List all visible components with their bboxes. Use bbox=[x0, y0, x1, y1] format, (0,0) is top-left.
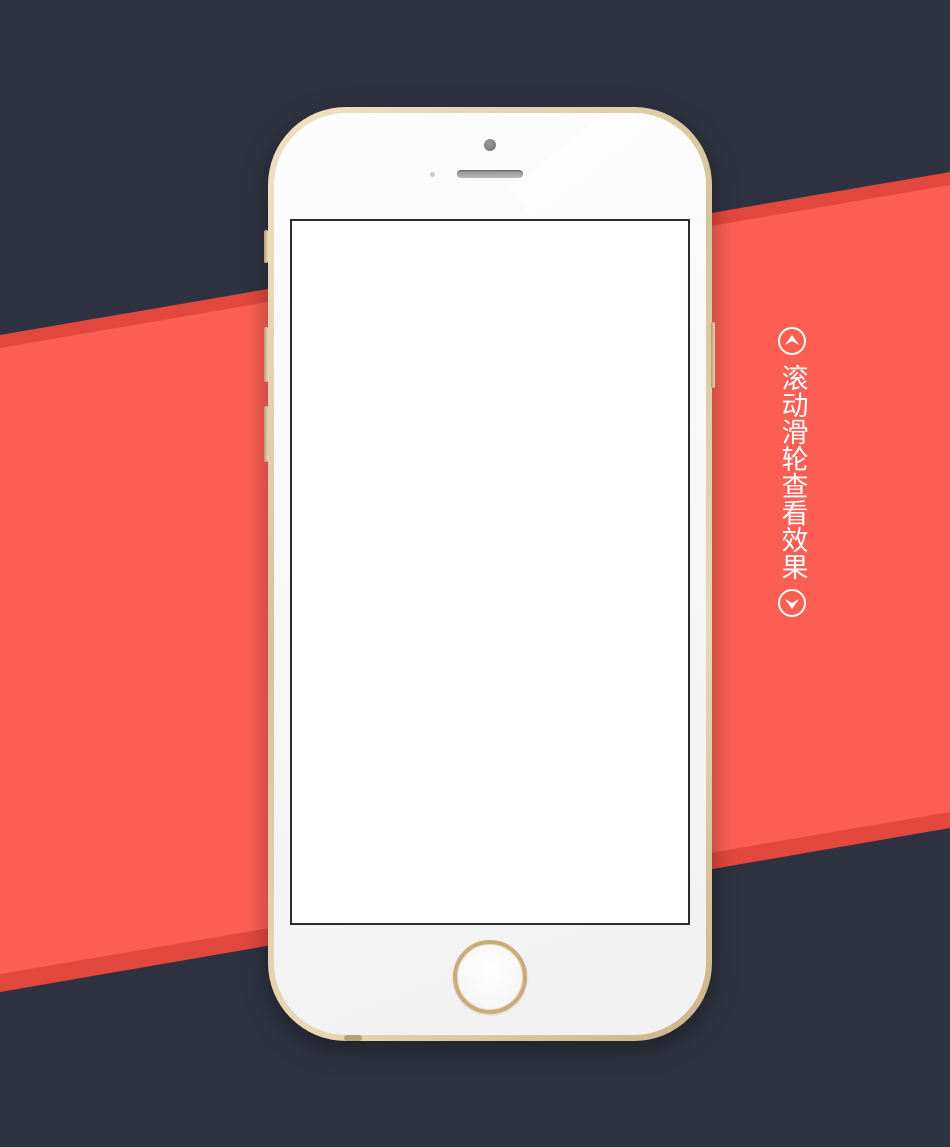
phone-screen[interactable] bbox=[290, 219, 690, 925]
scroll-hint: 滚动滑轮查看效果 bbox=[774, 326, 810, 676]
power-button bbox=[711, 322, 715, 388]
volume-down-button bbox=[264, 406, 268, 462]
earpiece-speaker bbox=[457, 170, 523, 178]
mute-switch bbox=[264, 230, 268, 263]
chevron-up-circle-icon[interactable] bbox=[777, 326, 807, 356]
chevron-down-circle-icon[interactable] bbox=[777, 588, 807, 618]
proximity-sensor bbox=[430, 172, 435, 177]
front-camera bbox=[484, 139, 496, 151]
scroll-hint-text: 滚动滑轮查看效果 bbox=[776, 364, 808, 580]
home-button[interactable] bbox=[453, 940, 527, 1014]
lightning-port bbox=[344, 1035, 362, 1041]
page-canvas: 滚动滑轮查看效果 bbox=[0, 0, 950, 1147]
volume-up-button bbox=[264, 327, 268, 382]
